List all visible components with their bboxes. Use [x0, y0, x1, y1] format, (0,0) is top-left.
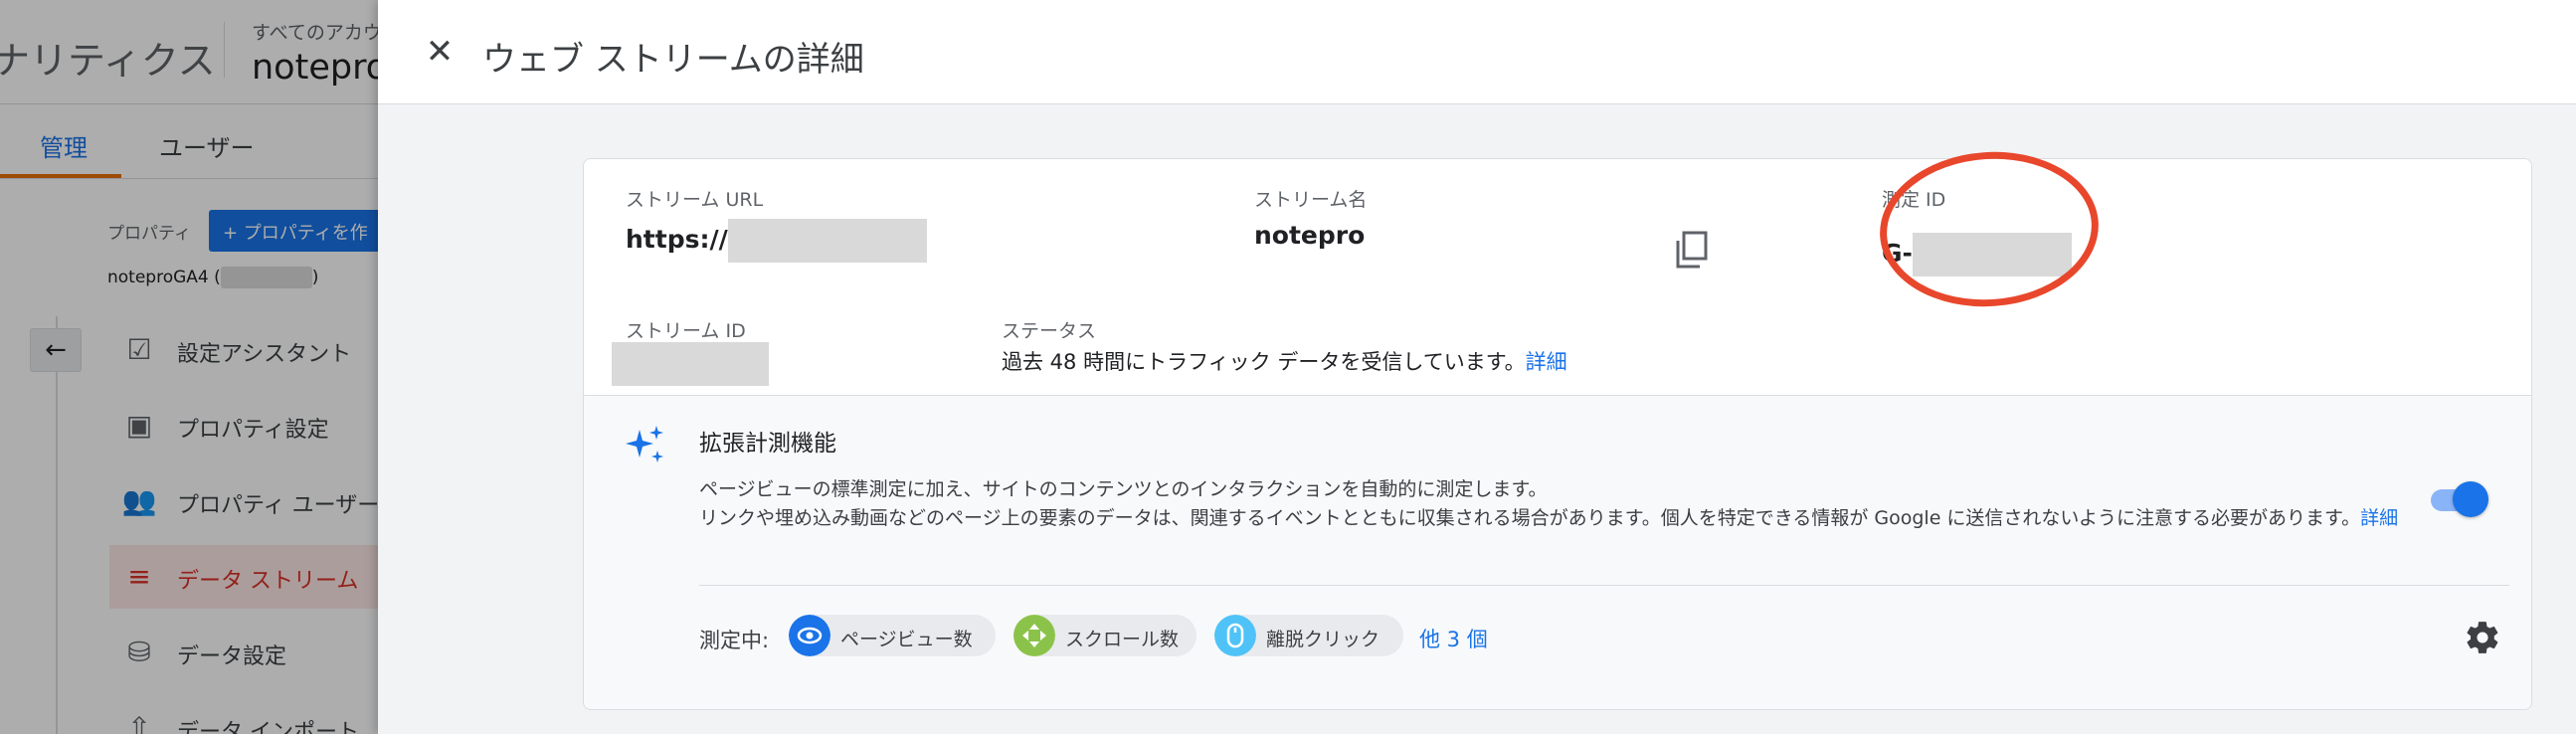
- status-label: ステータス: [1002, 320, 1097, 342]
- redacted-measurement-id: [1912, 233, 2072, 276]
- description-details-link[interactable]: 詳細: [2360, 507, 2398, 529]
- chip-label: ページビュー数: [840, 629, 973, 650]
- description-line-2-text: リンクや埋め込み動画などのページ上の要素のデータは、関連するイベントとともに収集…: [699, 507, 2361, 529]
- stream-name-value: notepro: [1254, 221, 1366, 250]
- status-details-link[interactable]: 詳細: [1526, 350, 1567, 374]
- copy-icon[interactable]: [1674, 231, 1708, 269]
- measurement-id-prefix: G-: [1882, 239, 1913, 268]
- status-message: 過去 48 時間にトラフィック データを受信しています。: [1002, 350, 1526, 374]
- stream-details-card: ストリーム URL https:// ストリーム名 notepro 測定 ID …: [583, 158, 2532, 710]
- more-events-link[interactable]: 他 3 個: [1419, 624, 1488, 653]
- measuring-label: 測定中:: [699, 629, 770, 652]
- stream-id-label: ストリーム ID: [626, 320, 746, 342]
- toggle-knob: [2453, 481, 2488, 517]
- background-page: ナリティクス すべてのアカウ notepro 管理 ユーザー プロパティ + プ…: [0, 0, 398, 734]
- enhanced-measurement-toggle[interactable]: [2427, 481, 2488, 517]
- stream-info-section: ストリーム URL https:// ストリーム名 notepro 測定 ID …: [584, 159, 2531, 396]
- status-text: 過去 48 時間にトラフィック データを受信しています。詳細: [1002, 346, 1567, 376]
- chip-page-views[interactable]: ページビュー数: [789, 615, 996, 656]
- scroll-icon: [1013, 615, 1055, 656]
- enhanced-measurement-title: 拡張計測機能: [699, 431, 836, 457]
- enhanced-measurement-section: 拡張計測機能 ページビューの標準測定に加え、サイトのコンテンツとのインタラクショ…: [584, 396, 2531, 709]
- redacted-url: [727, 219, 927, 263]
- description-line-1: ページビューの標準測定に加え、サイトのコンテンツとのインタラクションを自動的に測…: [699, 478, 1548, 500]
- modal-scrim[interactable]: [0, 0, 398, 734]
- gear-icon[interactable]: [2464, 619, 2501, 656]
- eye-icon: [789, 615, 830, 656]
- stream-name-label: ストリーム名: [1254, 189, 1368, 211]
- description-line-2: リンクや埋め込み動画などのページ上の要素のデータは、関連するイベントとともに収集…: [699, 504, 2440, 533]
- chip-outbound-clicks[interactable]: 離脱クリック: [1214, 615, 1403, 656]
- section-divider: [699, 585, 2509, 586]
- chip-label: スクロール数: [1065, 629, 1180, 650]
- panel-title: ウェブ ストリームの詳細: [482, 40, 864, 80]
- stream-url-prefix: https://: [626, 225, 728, 254]
- web-stream-details-panel: ✕ ウェブ ストリームの詳細 ストリーム URL https:// ストリーム名…: [378, 0, 2576, 734]
- chip-label: 離脱クリック: [1266, 629, 1380, 650]
- mouse-icon: [1214, 615, 1256, 656]
- stream-url-value: https://: [626, 219, 927, 263]
- close-icon[interactable]: ✕: [420, 32, 460, 72]
- enhanced-measurement-description: ページビューの標準測定に加え、サイトのコンテンツとのインタラクションを自動的に測…: [699, 475, 2440, 533]
- panel-header: ✕ ウェブ ストリームの詳細: [378, 0, 2576, 104]
- measurement-id-label: 測定 ID: [1882, 189, 1946, 211]
- stream-url-label: ストリーム URL: [626, 189, 764, 211]
- sparkle-icon: [626, 426, 663, 462]
- chip-scrolls[interactable]: スクロール数: [1013, 615, 1196, 656]
- redacted-stream-id: [612, 342, 769, 386]
- measurement-id-value: G-: [1882, 233, 2072, 276]
